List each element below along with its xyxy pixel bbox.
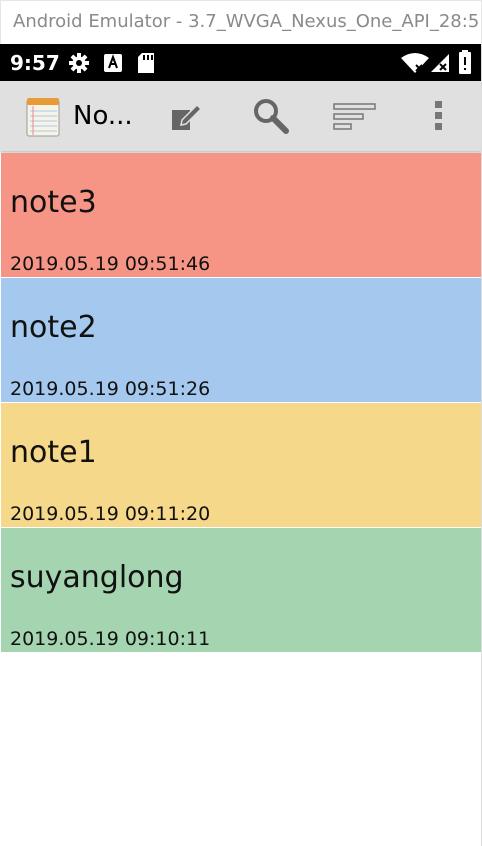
overflow-menu-icon[interactable] xyxy=(434,100,444,136)
note-timestamp: 2019.05.19 09:51:46 xyxy=(10,253,211,275)
signal-off-icon xyxy=(430,53,450,77)
note-timestamp: 2019.05.19 09:51:26 xyxy=(10,378,211,400)
status-bar: 9:57 xyxy=(0,44,482,81)
wifi-off-icon xyxy=(400,53,430,77)
window-titlebar: Android Emulator - 3.7_WVGA_Nexus_One_AP… xyxy=(0,0,482,44)
window-title: Android Emulator - 3.7_WVGA_Nexus_One_AP… xyxy=(13,11,479,32)
note-title: note3 xyxy=(10,185,97,220)
search-icon[interactable] xyxy=(252,97,290,139)
gear-icon xyxy=(68,52,90,78)
edit-note-icon[interactable] xyxy=(170,102,203,136)
a-box-icon xyxy=(103,53,123,77)
note-item[interactable]: note2 2019.05.19 09:51:26 xyxy=(1,278,481,403)
note-timestamp: 2019.05.19 09:11:20 xyxy=(10,503,211,525)
note-title: note2 xyxy=(10,310,97,345)
note-item[interactable]: suyanglong 2019.05.19 09:10:11 xyxy=(1,528,481,653)
app-title[interactable]: No... xyxy=(73,101,133,131)
note-item[interactable]: note1 2019.05.19 09:11:20 xyxy=(1,403,481,528)
notepad-app-icon xyxy=(24,97,62,141)
note-title: note1 xyxy=(10,435,97,470)
note-list: note3 2019.05.19 09:51:46 note2 2019.05.… xyxy=(1,153,481,653)
status-time: 9:57 xyxy=(10,51,60,75)
battery-icon xyxy=(459,50,471,78)
app-bar: No... xyxy=(0,81,482,151)
note-timestamp: 2019.05.19 09:10:11 xyxy=(10,628,211,650)
note-title: suyanglong xyxy=(10,560,184,595)
note-item[interactable]: note3 2019.05.19 09:51:46 xyxy=(1,153,481,278)
sort-icon[interactable] xyxy=(333,103,377,135)
sd-card-icon xyxy=(137,52,155,78)
